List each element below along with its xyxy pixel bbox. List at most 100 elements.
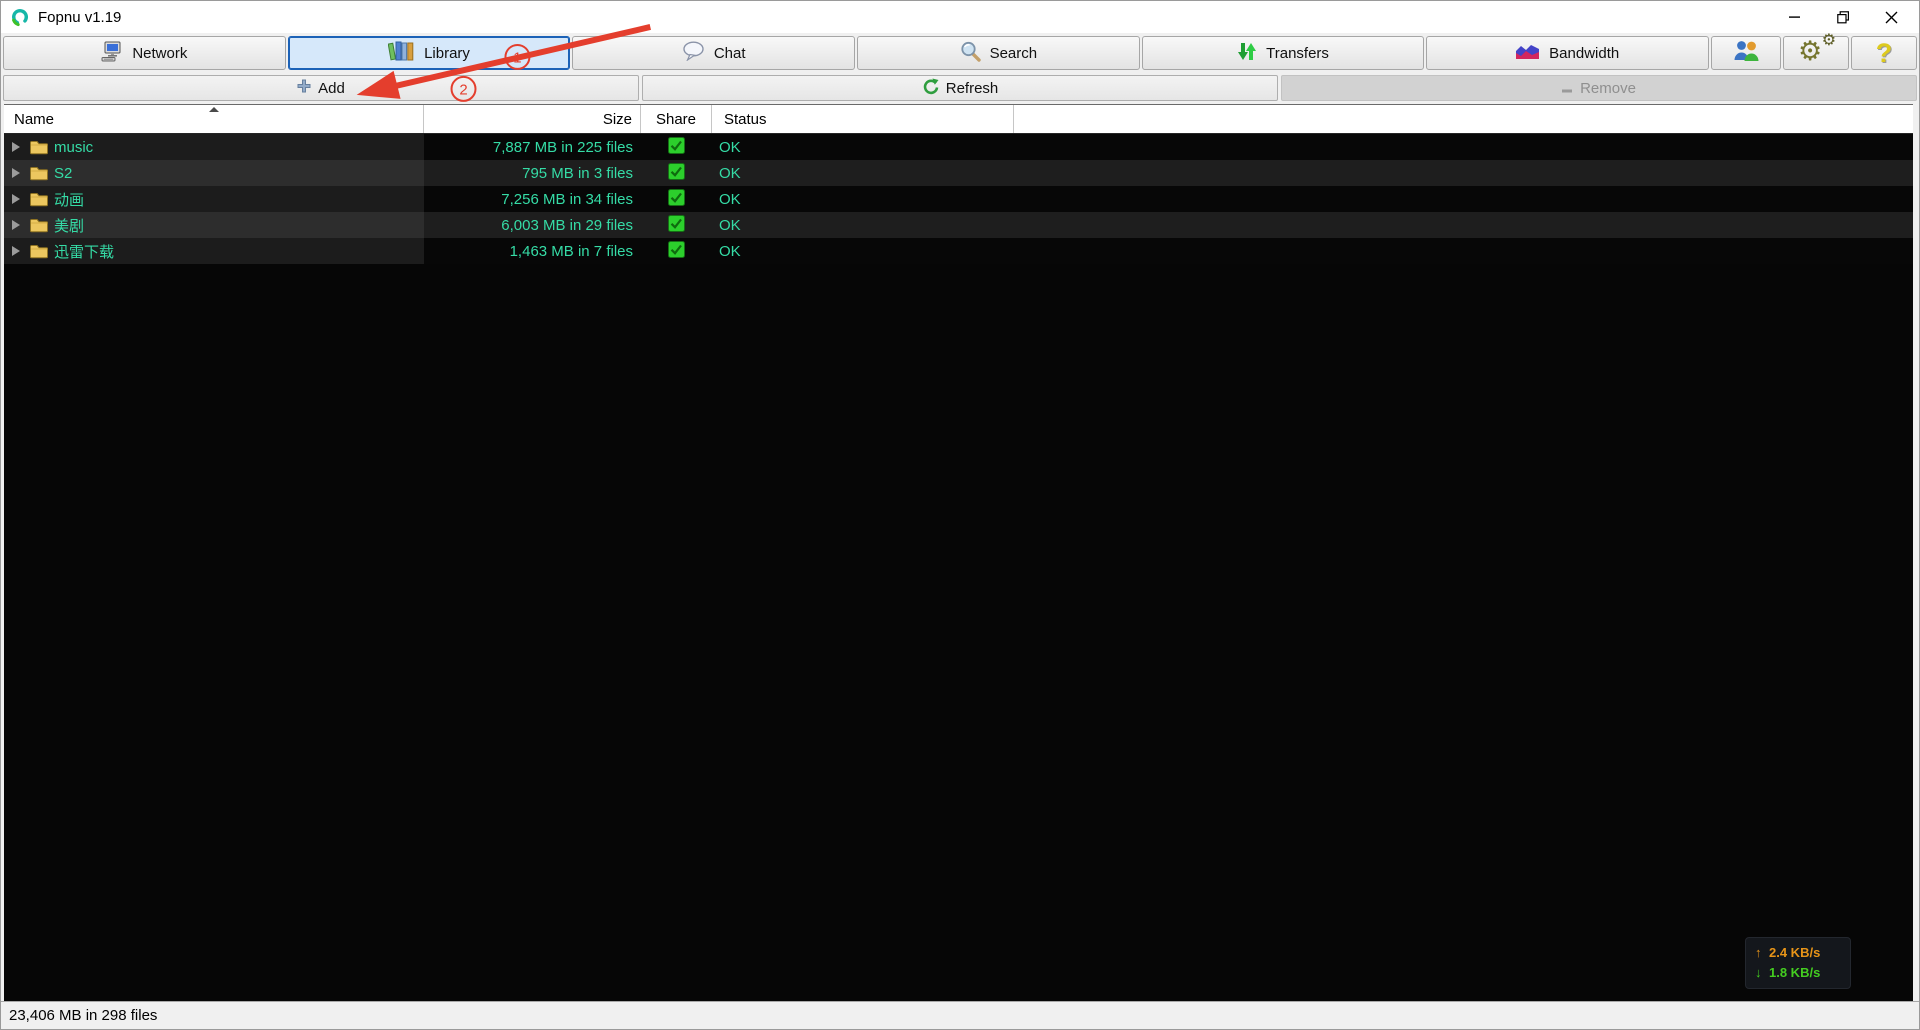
row-filler — [1014, 212, 1913, 238]
column-header-share[interactable]: Share — [641, 105, 712, 133]
folder-name-cell: S2 — [4, 160, 424, 186]
tab-search[interactable]: Search — [857, 36, 1140, 70]
library-summary: 23,406 MB in 298 files — [9, 1007, 157, 1024]
table-row[interactable]: 动画 7,256 MB in 34 files OK — [4, 186, 1913, 212]
folder-icon — [30, 139, 48, 155]
share-cell — [641, 160, 712, 186]
fopnu-window: Fopnu v1.19 — [0, 0, 1920, 1030]
upload-speed: ↑2.4 KB/s — [1755, 943, 1841, 963]
speed-overlay: ↑2.4 KB/s ↓1.8 KB/s — [1745, 937, 1851, 989]
tab-bandwidth[interactable]: Bandwidth — [1426, 36, 1709, 70]
folder-size: 795 MB in 3 files — [424, 160, 641, 186]
refresh-button-label: Refresh — [946, 80, 999, 97]
library-panel: Name Size Share Status music 7,887 MB in… — [4, 104, 1913, 1001]
close-button[interactable] — [1867, 1, 1915, 33]
share-checkbox[interactable] — [668, 163, 685, 184]
refresh-button[interactable]: Refresh — [642, 75, 1278, 101]
remove-button-label: Remove — [1580, 80, 1636, 97]
tab-library[interactable]: Library — [288, 36, 571, 70]
speech-bubble-icon — [682, 41, 705, 65]
fopnu-logo-icon — [10, 7, 30, 27]
table-row[interactable]: music 7,887 MB in 225 files OK — [4, 134, 1913, 160]
tab-library-label: Library — [424, 45, 470, 62]
column-header-size[interactable]: Size — [424, 105, 641, 133]
folder-name: S2 — [54, 165, 72, 182]
expand-arrow-icon[interactable] — [12, 194, 20, 204]
area-chart-icon — [1516, 42, 1540, 64]
share-cell — [641, 212, 712, 238]
status-bar: 23,406 MB in 298 files — [1, 1001, 1919, 1029]
share-status: OK — [712, 186, 1014, 212]
row-filler — [1014, 238, 1913, 264]
share-checkbox[interactable] — [668, 189, 685, 210]
table-row[interactable]: 美剧 6,003 MB in 29 files OK — [4, 212, 1913, 238]
sort-ascending-icon — [209, 107, 219, 112]
folder-name: 美剧 — [54, 215, 84, 236]
download-speed: ↓1.8 KB/s — [1755, 963, 1841, 983]
folder-icon — [30, 165, 48, 181]
refresh-icon — [922, 78, 939, 99]
up-arrow-icon: ↑ — [1755, 943, 1769, 963]
table-row[interactable]: S2 795 MB in 3 files OK — [4, 160, 1913, 186]
folder-name-cell: 美剧 — [4, 212, 424, 238]
share-cell — [641, 134, 712, 160]
folder-name: 动画 — [54, 189, 84, 210]
share-status: OK — [712, 134, 1014, 160]
computer-icon — [101, 41, 123, 66]
folder-icon — [30, 191, 48, 207]
window-title: Fopnu v1.19 — [38, 9, 121, 26]
tab-chat[interactable]: Chat — [572, 36, 855, 70]
share-checkbox[interactable] — [668, 137, 685, 158]
add-button-label: Add — [318, 80, 345, 97]
title-bar: Fopnu v1.19 — [1, 1, 1919, 33]
minus-icon — [1562, 80, 1573, 97]
row-filler — [1014, 160, 1913, 186]
column-header-filler — [1014, 105, 1913, 133]
folder-name-cell: 动画 — [4, 186, 424, 212]
folder-size: 7,256 MB in 34 files — [424, 186, 641, 212]
minimize-button[interactable] — [1771, 1, 1819, 33]
main-tab-bar: Network Library Chat — [1, 33, 1919, 73]
add-button[interactable]: Add — [3, 75, 639, 101]
gear-icon: ⚙ ⚙ — [1798, 37, 1834, 69]
share-cell — [641, 238, 712, 264]
remove-button[interactable]: Remove — [1281, 75, 1917, 101]
tab-network-label: Network — [132, 45, 187, 62]
tab-network[interactable]: Network — [3, 36, 286, 70]
folder-icon — [30, 243, 48, 259]
share-checkbox[interactable] — [668, 241, 685, 262]
two-people-icon — [1733, 39, 1760, 67]
settings-button[interactable]: ⚙ ⚙ — [1783, 36, 1849, 70]
magnifier-icon — [960, 41, 981, 66]
folder-name-cell: music — [4, 134, 424, 160]
share-status: OK — [712, 160, 1014, 186]
folder-size: 1,463 MB in 7 files — [424, 238, 641, 264]
share-checkbox[interactable] — [668, 215, 685, 236]
row-filler — [1014, 186, 1913, 212]
plus-icon — [297, 79, 311, 97]
expand-arrow-icon[interactable] — [12, 220, 20, 230]
folder-name: music — [54, 139, 93, 156]
tab-transfers-label: Transfers — [1266, 45, 1329, 62]
restore-button[interactable] — [1819, 1, 1867, 33]
library-action-bar: Add Refresh Remove — [1, 73, 1919, 103]
expand-arrow-icon[interactable] — [12, 142, 20, 152]
expand-arrow-icon[interactable] — [12, 168, 20, 178]
question-mark-icon: ? — [1876, 38, 1893, 69]
down-arrow-icon: ↓ — [1755, 963, 1769, 983]
tab-transfers[interactable]: Transfers — [1142, 36, 1425, 70]
share-cell — [641, 186, 712, 212]
column-header-status[interactable]: Status — [712, 105, 1014, 133]
help-button[interactable]: ? — [1851, 36, 1917, 70]
table-row[interactable]: 迅雷下载 1,463 MB in 7 files OK — [4, 238, 1913, 264]
expand-arrow-icon[interactable] — [12, 246, 20, 256]
folder-size: 7,887 MB in 225 files — [424, 134, 641, 160]
books-icon — [388, 40, 415, 66]
tab-bandwidth-label: Bandwidth — [1549, 45, 1619, 62]
up-down-arrows-icon — [1237, 41, 1257, 66]
folder-size: 6,003 MB in 29 files — [424, 212, 641, 238]
share-status: OK — [712, 212, 1014, 238]
shared-folders-list: music 7,887 MB in 225 files OK S2 — [4, 134, 1913, 264]
folder-name-cell: 迅雷下载 — [4, 238, 424, 264]
users-button[interactable] — [1711, 36, 1781, 70]
